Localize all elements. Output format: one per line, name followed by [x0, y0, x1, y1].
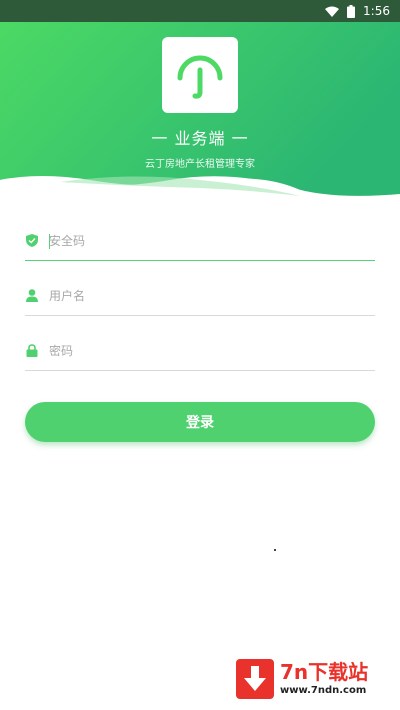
app-name: 一 业务端 一 — [151, 129, 249, 148]
username-field[interactable] — [25, 276, 375, 316]
text-cursor — [49, 234, 50, 249]
security-code-input[interactable] — [49, 225, 349, 256]
lock-icon — [25, 344, 39, 358]
status-bar: 1:56 — [0, 0, 400, 22]
battery-icon — [347, 4, 356, 18]
download-arrow-icon — [236, 659, 274, 699]
username-input[interactable] — [49, 280, 349, 311]
password-input[interactable] — [49, 335, 349, 366]
app-tagline: 云丁房地产长租管理专家 — [145, 159, 255, 170]
user-icon — [25, 289, 39, 303]
app-logo — [162, 37, 238, 113]
site-watermark: 7n下载站 www.7ndn.com — [236, 656, 396, 702]
password-field[interactable] — [25, 331, 375, 371]
shield-check-icon — [25, 234, 39, 248]
watermark-title: 7n下载站 — [280, 660, 369, 684]
status-time: 1:56 — [363, 4, 390, 18]
wifi-icon — [325, 6, 340, 17]
header-banner: 一 业务端 一 云丁房地产长租管理专家 — [0, 22, 400, 202]
security-code-field[interactable] — [25, 221, 375, 261]
watermark-url: www.7ndn.com — [280, 685, 367, 696]
login-button[interactable]: 登录 — [25, 402, 375, 442]
stray-dot — [274, 549, 276, 551]
umbrella-hook-logo-icon — [177, 55, 223, 99]
